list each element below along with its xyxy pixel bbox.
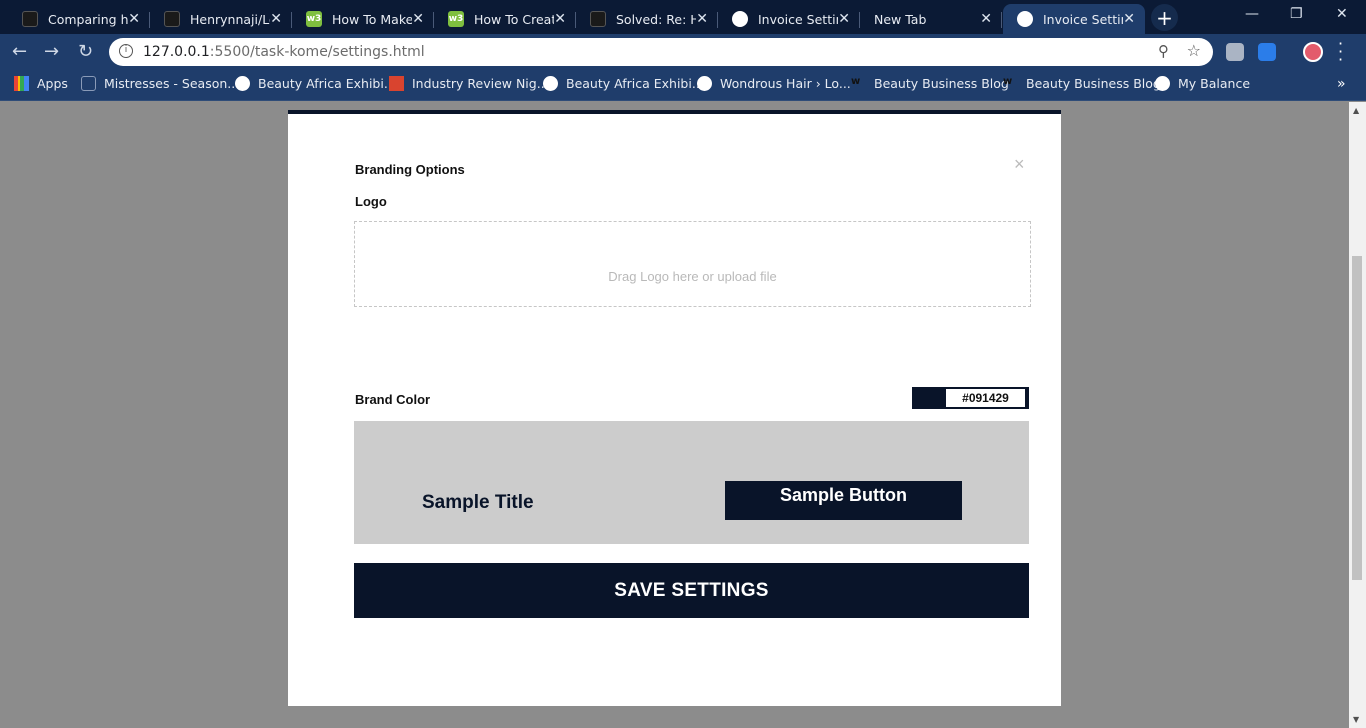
- reload-icon[interactable]: ↻: [78, 41, 93, 62]
- close-window-icon[interactable]: ✕: [1336, 6, 1348, 22]
- logo-dropzone[interactable]: Drag Logo here or upload file: [354, 221, 1031, 307]
- branding-options-modal: Branding Options × Logo Drag Logo here o…: [288, 110, 1061, 706]
- color-swatch[interactable]: [913, 388, 945, 408]
- tab-title: Invoice Settings: [1043, 11, 1123, 27]
- dropbox-extension-icon[interactable]: [1258, 43, 1276, 61]
- sample-title: Sample Title: [422, 492, 534, 513]
- close-tab-icon[interactable]: ✕: [412, 11, 424, 27]
- w-logo-icon: w: [851, 76, 861, 87]
- bookmark-label: Beauty Africa Exhibi...: [258, 76, 396, 91]
- camera-extension-icon[interactable]: [1226, 43, 1244, 61]
- tab-title: How To Create: [474, 11, 554, 27]
- tab-4[interactable]: w3 How To Create ✕: [434, 4, 576, 34]
- scroll-up-icon[interactable]: ▲: [1353, 106, 1359, 115]
- tab-1[interactable]: Comparing hng ✕: [8, 4, 150, 34]
- bookmark-label: Mistresses - Season...: [104, 76, 240, 91]
- tab-strip: Comparing hng ✕ Henrynnaji/Log ✕ w3 How …: [0, 0, 1366, 34]
- tab-7[interactable]: New Tab ✕: [860, 4, 1002, 34]
- bookmark-item[interactable]: Mistresses - Season...: [81, 76, 239, 91]
- scroll-down-icon[interactable]: ▼: [1353, 715, 1359, 724]
- tab-title: Invoice Settings: [758, 11, 838, 27]
- tab-3[interactable]: w3 How To Make ✕: [292, 4, 434, 34]
- scroll-thumb[interactable]: [1352, 256, 1362, 580]
- close-tab-icon[interactable]: ✕: [980, 11, 992, 27]
- url-host: 127.0.0.1: [143, 44, 210, 60]
- tab-title: New Tab: [874, 11, 927, 27]
- tab-6[interactable]: Invoice Settings ✕: [718, 4, 860, 34]
- brand-color-label: Brand Color: [355, 392, 431, 407]
- dropzone-text: Drag Logo here or upload file: [608, 268, 777, 284]
- github-icon: [164, 11, 180, 27]
- profile-avatar[interactable]: [1303, 42, 1323, 62]
- save-settings-button[interactable]: SAVE SETTINGS: [354, 563, 1029, 618]
- minimize-icon[interactable]: —: [1245, 6, 1259, 22]
- browser-toolbar: ← → ↻ i 127.0.0.1:5500/task-kome/setting…: [0, 34, 1366, 70]
- github-icon: [22, 11, 38, 27]
- w3schools-icon: w3: [306, 11, 322, 27]
- close-tab-icon[interactable]: ✕: [696, 11, 708, 27]
- bookmark-label: Apps: [37, 76, 68, 91]
- apps-grid-icon: [14, 76, 29, 91]
- restore-icon[interactable]: ❐: [1290, 6, 1303, 22]
- menu-icon[interactable]: · · ·: [1338, 36, 1343, 68]
- globe-icon: [732, 11, 748, 27]
- forward-icon[interactable]: →: [44, 41, 59, 62]
- bookmark-item[interactable]: Beauty Africa Exhibi...: [543, 76, 704, 91]
- globe-icon: [1155, 76, 1170, 91]
- tab-2[interactable]: Henrynnaji/Log ✕: [150, 4, 292, 34]
- modal-heading: Branding Options: [355, 162, 465, 177]
- tab-8-active[interactable]: Invoice Settings ✕: [1003, 4, 1145, 34]
- bookmark-star-icon[interactable]: ☆: [1187, 41, 1201, 60]
- logo-label: Logo: [355, 194, 387, 209]
- bookmark-label: My Balance: [1178, 76, 1251, 91]
- bookmark-item[interactable]: Wondrous Hair › Lo...: [697, 76, 851, 91]
- tab-title: Solved: Re: How: [616, 11, 696, 27]
- globe-icon: [235, 76, 250, 91]
- bookmark-item[interactable]: w Beauty Business Blog: [851, 76, 1009, 91]
- url-path: :5500/task-kome/settings.html: [209, 44, 425, 60]
- tab-title: Henrynnaji/Log: [190, 11, 270, 27]
- tab-title: Comparing hng: [48, 11, 128, 27]
- back-icon[interactable]: ←: [12, 41, 27, 62]
- info-icon[interactable]: i: [119, 44, 133, 58]
- bookmark-apps[interactable]: Apps: [14, 76, 68, 91]
- brand-color-value[interactable]: #091429: [946, 389, 1025, 407]
- bookmark-item[interactable]: Beauty Africa Exhibi...: [235, 76, 396, 91]
- bookmark-label: Beauty Africa Exhibi...: [566, 76, 704, 91]
- hb-logo-icon: [389, 76, 404, 91]
- close-tab-icon[interactable]: ✕: [1123, 11, 1135, 27]
- globe-icon: [1017, 11, 1033, 27]
- bookmark-label: Wondrous Hair › Lo...: [720, 76, 851, 91]
- zoom-icon[interactable]: ⚲: [1158, 42, 1169, 60]
- bookmark-item[interactable]: My Balance: [1155, 76, 1250, 91]
- globe-icon: [697, 76, 712, 91]
- brand-color-picker[interactable]: #091429: [912, 387, 1029, 409]
- bookmark-item[interactable]: Industry Review Nig...: [389, 76, 549, 91]
- bookmark-label: Industry Review Nig...: [412, 76, 549, 91]
- close-tab-icon[interactable]: ✕: [838, 11, 850, 27]
- bookmark-item[interactable]: w Beauty Business Blog: [1003, 76, 1161, 91]
- tab-title: How To Make: [332, 11, 412, 27]
- close-tab-icon[interactable]: ✕: [554, 11, 566, 27]
- brand-preview: Sample Title Sample Button: [354, 421, 1029, 544]
- tab-5[interactable]: Solved: Re: How ✕: [576, 4, 718, 34]
- new-tab-button[interactable]: +: [1151, 4, 1178, 31]
- close-tab-icon[interactable]: ✕: [128, 11, 140, 27]
- close-tab-icon[interactable]: ✕: [270, 11, 282, 27]
- github-icon: [590, 11, 606, 27]
- address-bar[interactable]: i 127.0.0.1:5500/task-kome/settings.html…: [109, 38, 1213, 66]
- more-bookmarks-icon[interactable]: »: [1337, 76, 1346, 92]
- bookmark-label: Beauty Business Blog: [1026, 76, 1161, 91]
- page-scrollbar[interactable]: ▲ ▼: [1349, 102, 1366, 728]
- w3schools-icon: w3: [448, 11, 464, 27]
- close-icon[interactable]: ×: [1014, 154, 1025, 175]
- bookmarks-bar: Apps Mistresses - Season... Beauty Afric…: [0, 70, 1366, 101]
- globe-icon: [543, 76, 558, 91]
- w-logo-icon: w: [1003, 76, 1013, 87]
- url-text[interactable]: 127.0.0.1:5500/task-kome/settings.html: [143, 44, 425, 60]
- page-icon: [81, 76, 96, 91]
- sample-button[interactable]: Sample Button: [725, 481, 962, 520]
- bookmark-label: Beauty Business Blog: [874, 76, 1009, 91]
